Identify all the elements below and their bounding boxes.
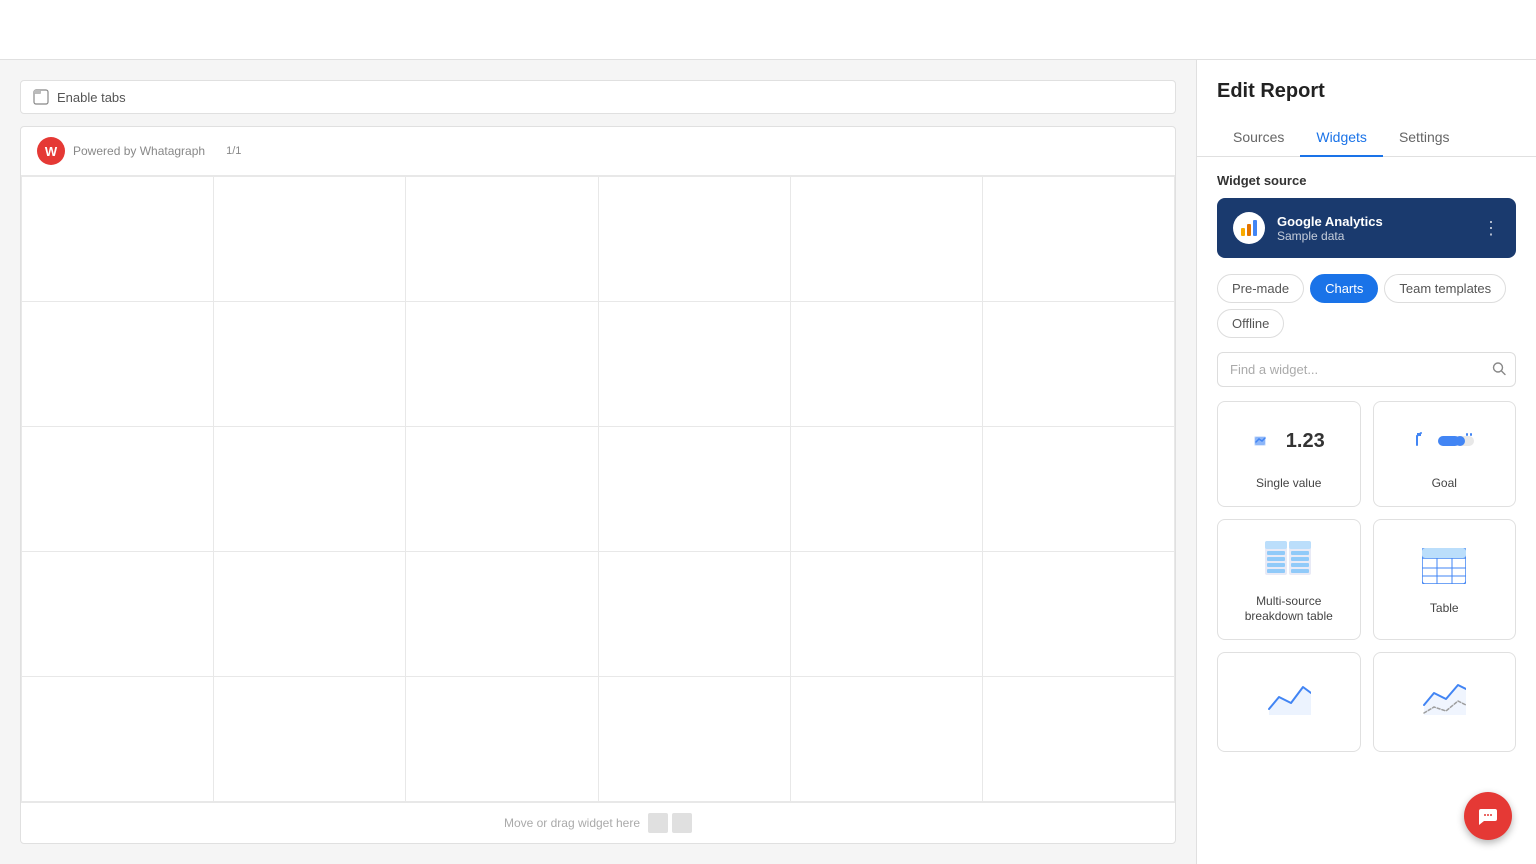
grid-cell: [406, 177, 598, 302]
tabs-icon: [33, 89, 49, 105]
filter-btn-teamTemplates[interactable]: Team templates: [1384, 274, 1506, 303]
chat-icon: [1477, 805, 1499, 827]
canvas-grid: [21, 176, 1175, 802]
grid-cell: [214, 677, 406, 802]
drag-icon-2: [672, 813, 692, 833]
widget-icon-line-chart-1: [1267, 672, 1311, 722]
grid-cell: [599, 677, 791, 802]
enable-tabs-label: Enable tabs: [57, 90, 126, 105]
grid-cell: [983, 302, 1175, 427]
powered-by-label: Powered by Whatagraph: [73, 144, 205, 158]
grid-cell: [599, 302, 791, 427]
panel-header: Edit Report SourcesWidgetsSettings: [1197, 60, 1536, 157]
right-panel: Edit Report SourcesWidgetsSettings Widge…: [1196, 60, 1536, 864]
panel-tab-sources[interactable]: Sources: [1217, 119, 1300, 157]
widget-icon-single-value: 1.23: [1253, 416, 1325, 466]
grid-cell: [406, 427, 598, 552]
grid-cell: [22, 677, 214, 802]
grid-cell: [214, 177, 406, 302]
grid-cell: [599, 427, 791, 552]
grid-cell: [406, 552, 598, 677]
drag-icon-1: [648, 813, 668, 833]
widget-card-table[interactable]: Table: [1373, 519, 1517, 640]
grid-cell: [22, 302, 214, 427]
canvas-area: Enable tabs W Powered by Whatagraph 1/1 …: [0, 60, 1196, 864]
canvas-wrapper: W Powered by Whatagraph 1/1 Move or drag…: [20, 126, 1176, 844]
grid-cell: [983, 177, 1175, 302]
filter-buttons: Pre-madeChartsTeam templates Offline: [1217, 274, 1516, 338]
widget-grid: 1.23 Single value Goal Multi-sourc: [1217, 401, 1516, 752]
grid-cell: [406, 302, 598, 427]
canvas-footer-text: Move or drag widget here: [504, 816, 640, 830]
grid-cell: [791, 677, 983, 802]
grid-cell: [214, 427, 406, 552]
widget-icon-line-chart-2: [1422, 672, 1466, 722]
widget-icon-table: [1422, 541, 1466, 591]
panel-title: Edit Report: [1217, 80, 1516, 103]
chat-button[interactable]: [1464, 792, 1512, 840]
grid-cell: [983, 427, 1175, 552]
widget-card-line-chart-1[interactable]: [1217, 652, 1361, 752]
widget-icon-multi-source: [1265, 534, 1313, 584]
widget-search-input[interactable]: [1217, 352, 1516, 387]
search-box: [1217, 352, 1516, 387]
widget-label-single-value: Single value: [1256, 476, 1321, 492]
filter-btn-offline[interactable]: Offline: [1217, 309, 1284, 338]
page-indicator: 1/1: [221, 143, 246, 159]
grid-cell: [599, 552, 791, 677]
widget-card-multi-source[interactable]: Multi-source breakdown table: [1217, 519, 1361, 640]
ga-icon: [1233, 212, 1265, 244]
search-icon: [1492, 361, 1506, 375]
panel-tabs: SourcesWidgetsSettings: [1217, 119, 1516, 156]
widget-icon-goal: [1414, 416, 1474, 466]
grid-cell: [791, 427, 983, 552]
grid-cell: [406, 677, 598, 802]
ga-svg-icon: [1239, 218, 1259, 238]
grid-cell: [22, 177, 214, 302]
grid-cell: [791, 552, 983, 677]
grid-cell: [22, 427, 214, 552]
grid-cell: [791, 302, 983, 427]
widget-label-table: Table: [1430, 601, 1459, 617]
canvas-header: W Powered by Whatagraph 1/1: [21, 127, 1175, 176]
widget-source-sub: Sample data: [1277, 229, 1470, 243]
widget-label-goal: Goal: [1432, 476, 1457, 492]
drag-icons: [648, 813, 692, 833]
top-bar: [0, 0, 1536, 60]
panel-tab-settings[interactable]: Settings: [1383, 119, 1466, 157]
widget-card-line-chart-2[interactable]: [1373, 652, 1517, 752]
grid-cell: [983, 552, 1175, 677]
widget-source-section-title: Widget source: [1217, 173, 1516, 188]
enable-tabs-bar[interactable]: Enable tabs: [20, 80, 1176, 114]
canvas-footer: Move or drag widget here: [21, 802, 1175, 843]
widget-card-goal[interactable]: Goal: [1373, 401, 1517, 507]
grid-cell: [599, 177, 791, 302]
widget-card-single-value[interactable]: 1.23 Single value: [1217, 401, 1361, 507]
grid-cell: [983, 677, 1175, 802]
main-area: Enable tabs W Powered by Whatagraph 1/1 …: [0, 60, 1536, 864]
grid-cell: [214, 302, 406, 427]
panel-body: Widget source Google Analytics Sample da…: [1197, 157, 1536, 864]
filter-btn-charts[interactable]: Charts: [1310, 274, 1378, 303]
grid-cell: [791, 177, 983, 302]
filter-btn-premade[interactable]: Pre-made: [1217, 274, 1304, 303]
search-button[interactable]: [1492, 361, 1506, 378]
whatagraph-logo: W: [37, 137, 65, 165]
grid-cell: [22, 552, 214, 677]
widget-source-name: Google Analytics: [1277, 214, 1470, 229]
widget-source-card[interactable]: Google Analytics Sample data ⋮: [1217, 198, 1516, 258]
panel-tab-widgets[interactable]: Widgets: [1300, 119, 1383, 157]
widget-source-more-button[interactable]: ⋮: [1482, 218, 1500, 239]
widget-source-info: Google Analytics Sample data: [1277, 214, 1470, 243]
grid-cell: [214, 552, 406, 677]
widget-label-multi-source: Multi-source breakdown table: [1232, 594, 1346, 625]
